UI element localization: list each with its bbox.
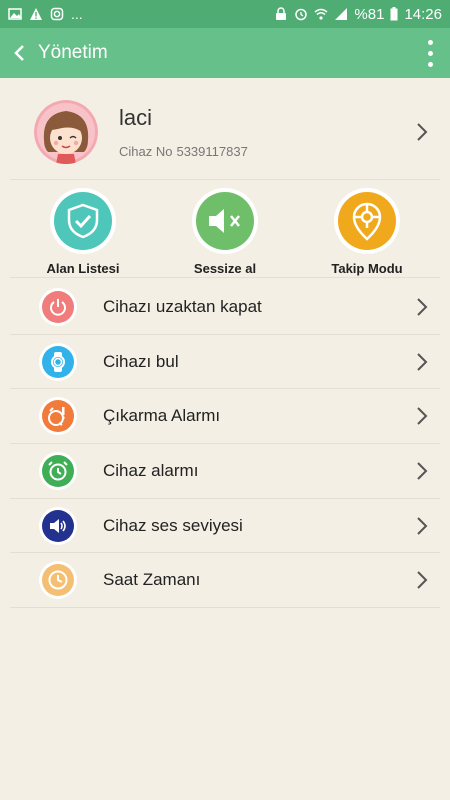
warning-icon	[30, 8, 42, 20]
alarm-icon	[295, 8, 308, 21]
status-time: 14:26	[404, 5, 442, 23]
lock-icon	[276, 7, 287, 20]
chevron-left-icon	[14, 45, 24, 61]
volume-icon	[50, 518, 66, 533]
tracking-mode-button[interactable]: Takip Modu	[312, 188, 422, 276]
settings-menu: Cihazı uzaktan kapat Cihazı bul Çıkarma …	[10, 280, 440, 609]
profile-card[interactable]: laci Cihaz No 5339117837	[10, 84, 440, 180]
menu-item-remote-shutdown[interactable]: Cihazı uzaktan kapat	[10, 280, 440, 335]
chevron-right-icon	[417, 571, 428, 589]
signal-icon	[335, 8, 348, 20]
device-number: Cihaz No 5339117837	[119, 144, 248, 159]
app-bar: Yönetim	[0, 28, 450, 78]
area-list-label: Alan Listesi	[46, 261, 120, 276]
page-title: Yönetim	[38, 42, 108, 63]
mute-label: Sessize al	[193, 261, 257, 276]
alarm-clock-icon	[48, 461, 68, 481]
instagram-icon	[50, 7, 64, 21]
quick-actions: Alan Listesi Sessize al Takip Modu	[10, 182, 440, 278]
more-options-icon[interactable]	[410, 28, 450, 78]
image-icon	[8, 8, 22, 20]
menu-item-label: Cihaz alarmı	[103, 460, 199, 480]
menu-item-label: Cihazı bul	[103, 351, 179, 371]
menu-item-volume[interactable]: Cihaz ses seviyesi	[10, 499, 440, 554]
chevron-right-icon	[417, 516, 428, 535]
location-target-icon	[352, 202, 382, 241]
clock-icon	[48, 570, 68, 590]
menu-item-label: Çıkarma Alarmı	[103, 406, 221, 426]
power-icon	[50, 298, 66, 316]
menu-item-label: Saat Zamanı	[103, 570, 201, 590]
menu-item-find-device[interactable]: Cihazı bul	[10, 335, 440, 390]
menu-item-removal-alarm[interactable]: Çıkarma Alarmı	[10, 389, 440, 445]
tracking-mode-label: Takip Modu	[331, 261, 403, 276]
chevron-right-icon	[417, 352, 428, 371]
shield-check-icon	[67, 203, 99, 239]
avatar	[34, 99, 98, 164]
status-bar: ... %81 14:26	[0, 0, 450, 28]
area-list-button[interactable]: Alan Listesi	[28, 188, 138, 276]
device-number-label: Cihaz No	[119, 143, 173, 159]
battery-percent: %81	[354, 5, 385, 23]
back-button[interactable]	[0, 28, 38, 78]
battery-icon	[390, 7, 398, 21]
watch-icon	[51, 351, 65, 372]
device-number-value: 5339117837	[176, 143, 248, 159]
chevron-right-icon	[417, 298, 428, 316]
status-ellipsis: ...	[71, 6, 83, 22]
menu-item-label: Cihaz ses seviyesi	[103, 515, 243, 535]
speaker-mute-icon	[209, 209, 240, 233]
menu-item-device-alarm[interactable]: Cihaz alarmı	[10, 444, 440, 499]
mute-button[interactable]: Sessize al	[170, 188, 280, 276]
chevron-right-icon	[417, 462, 428, 480]
menu-item-label: Cihazı uzaktan kapat	[103, 296, 262, 316]
watch-alert-icon	[48, 407, 65, 427]
menu-item-clock-time[interactable]: Saat Zamanı	[10, 553, 440, 609]
wifi-icon	[314, 8, 328, 20]
chevron-right-icon	[417, 122, 428, 141]
chevron-right-icon	[417, 407, 428, 425]
profile-name: laci	[119, 104, 153, 130]
